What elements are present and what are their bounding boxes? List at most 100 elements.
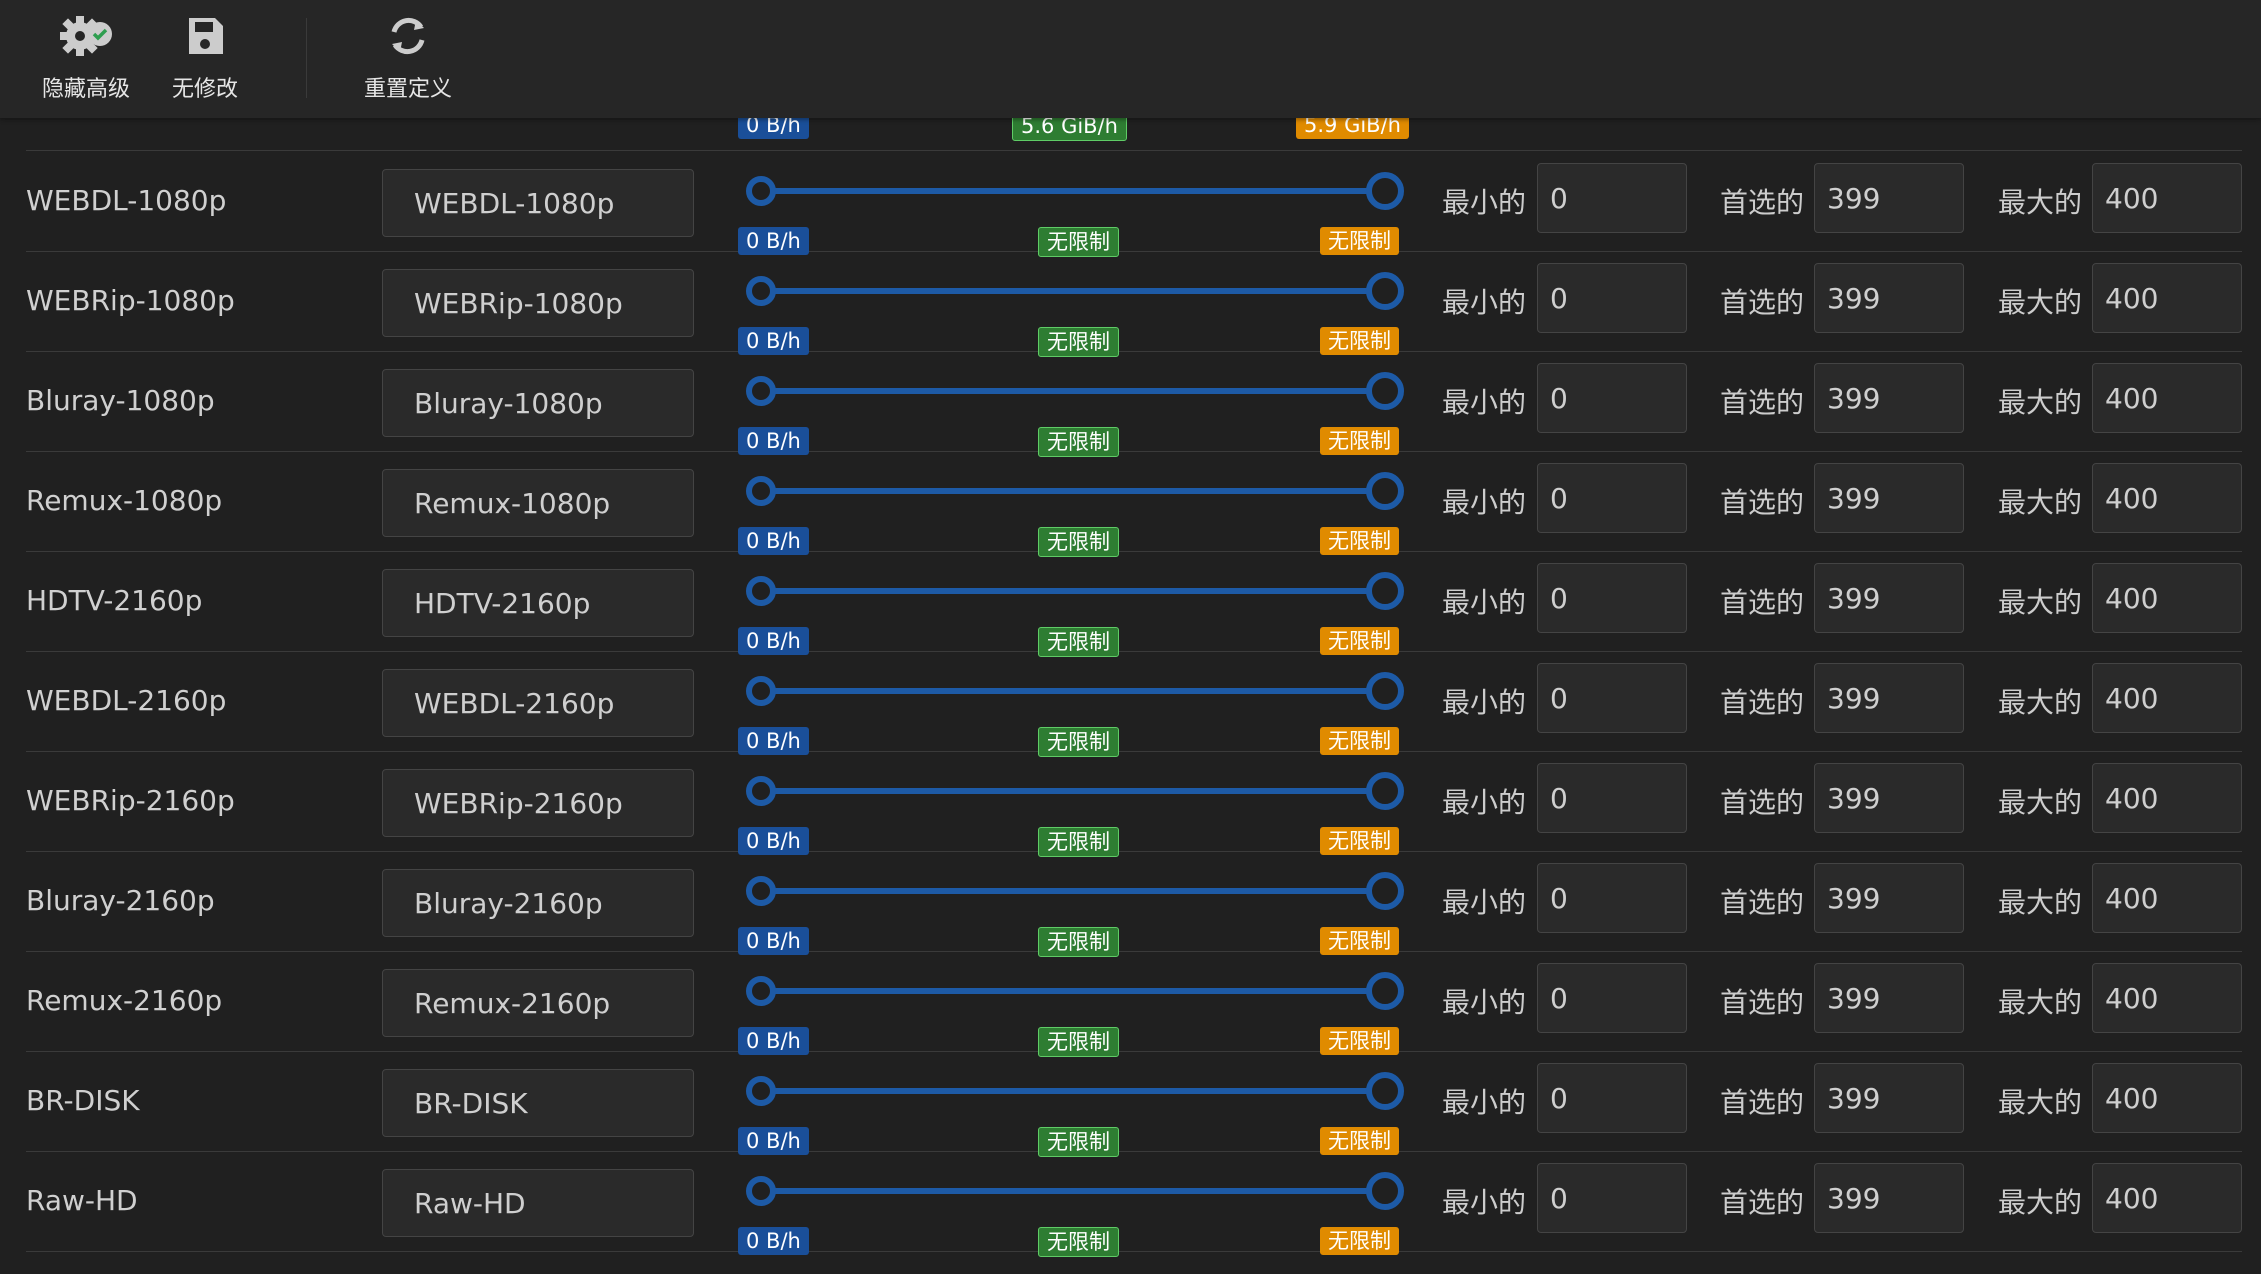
size-range-slider[interactable] [738,459,1408,519]
size-range-slider[interactable] [738,259,1408,319]
preferred-input[interactable] [1814,963,1964,1033]
preferred-input[interactable] [1814,1163,1964,1233]
slider-min-handle[interactable] [746,1176,776,1206]
size-range-slider[interactable] [738,659,1408,719]
max-input[interactable] [2092,463,2242,533]
min-input[interactable] [1537,663,1687,733]
quality-row: BR-DISK0 B/h无限制无限制最小的首选的最大的 [26,1051,2242,1157]
min-input[interactable] [1537,263,1687,333]
title-input[interactable] [382,569,694,637]
max-input[interactable] [2092,163,2242,233]
min-input[interactable] [1537,1063,1687,1133]
max-input[interactable] [2092,1063,2242,1133]
slider-min-handle[interactable] [746,776,776,806]
slider-min-handle[interactable] [746,576,776,606]
slider-track[interactable] [762,1088,1384,1094]
slider-track[interactable] [762,988,1384,994]
title-input[interactable] [382,1169,694,1237]
min-label: 最小的 [1442,686,1527,719]
title-input[interactable] [382,669,694,737]
min-input[interactable] [1537,563,1687,633]
slider-track[interactable] [762,588,1384,594]
max-input[interactable] [2092,663,2242,733]
size-range-slider[interactable] [738,559,1408,619]
slider-track[interactable] [762,388,1384,394]
quality-row: WEBDL-1080p0 B/h无限制无限制最小的首选的最大的 [26,151,2242,257]
max-input[interactable] [2092,263,2242,333]
min-label: 最小的 [1442,386,1527,419]
min-input[interactable] [1537,863,1687,933]
title-input[interactable] [382,369,694,437]
slider-min-handle[interactable] [746,1076,776,1106]
slider-min-handle[interactable] [746,476,776,506]
title-input[interactable] [382,269,694,337]
max-input[interactable] [2092,763,2242,833]
size-range-slider[interactable] [738,759,1408,819]
max-input[interactable] [2092,563,2242,633]
size-range-slider[interactable] [738,1059,1408,1119]
slider-min-handle[interactable] [746,976,776,1006]
min-input[interactable] [1537,463,1687,533]
preferred-input[interactable] [1814,763,1964,833]
min-input[interactable] [1537,963,1687,1033]
max-input[interactable] [2092,863,2242,933]
slider-max-handle[interactable] [1366,472,1404,510]
slider-track[interactable] [762,888,1384,894]
preferred-input[interactable] [1814,1063,1964,1133]
slider-min-handle[interactable] [746,176,776,206]
slider-max-handle[interactable] [1366,272,1404,310]
title-input[interactable] [382,1069,694,1137]
slider-max-handle[interactable] [1366,772,1404,810]
slider-max-handle[interactable] [1366,972,1404,1010]
toolbar-button-reset[interactable]: 重置定义 [355,0,461,118]
refresh-icon [391,17,425,55]
slider-max-handle[interactable] [1366,1072,1404,1110]
quality-name: Remux-2160p [26,984,223,1017]
size-range-slider[interactable] [738,959,1408,1019]
preferred-input[interactable] [1814,463,1964,533]
slider-min-handle[interactable] [746,276,776,306]
min-input[interactable] [1537,1163,1687,1233]
slider-max-handle[interactable] [1366,672,1404,710]
slider-max-handle[interactable] [1366,172,1404,210]
slider-max-handle[interactable] [1366,872,1404,910]
slider-track[interactable] [762,488,1384,494]
toolbar-button-save[interactable]: 无修改 [160,0,250,118]
max-input[interactable] [2092,963,2242,1033]
min-input[interactable] [1537,363,1687,433]
preferred-input[interactable] [1814,363,1964,433]
toolbar-button-advanced[interactable]: 隐藏高级 [36,0,136,118]
slider-min-handle[interactable] [746,376,776,406]
slider-min-handle[interactable] [746,876,776,906]
size-range-slider[interactable] [738,159,1408,219]
size-range-slider[interactable] [738,859,1408,919]
title-input[interactable] [382,769,694,837]
preferred-input[interactable] [1814,563,1964,633]
max-size-badge: 无限制 [1320,1227,1399,1255]
slider-max-handle[interactable] [1366,572,1404,610]
title-input[interactable] [382,969,694,1037]
title-input[interactable] [382,169,694,237]
size-range-slider[interactable] [738,1159,1408,1219]
preferred-input[interactable] [1814,863,1964,933]
slider-track[interactable] [762,188,1384,194]
min-input[interactable] [1537,163,1687,233]
max-label: 最大的 [1998,886,2083,919]
title-input[interactable] [382,869,694,937]
max-input[interactable] [2092,1163,2242,1233]
preferred-label: 首选的 [1720,186,1805,219]
slider-track[interactable] [762,788,1384,794]
size-range-slider[interactable] [738,359,1408,419]
slider-track[interactable] [762,288,1384,294]
min-input[interactable] [1537,763,1687,833]
preferred-input[interactable] [1814,663,1964,733]
slider-track[interactable] [762,688,1384,694]
slider-max-handle[interactable] [1366,372,1404,410]
slider-max-handle[interactable] [1366,1172,1404,1210]
preferred-input[interactable] [1814,163,1964,233]
slider-min-handle[interactable] [746,676,776,706]
title-input[interactable] [382,469,694,537]
max-input[interactable] [2092,363,2242,433]
preferred-input[interactable] [1814,263,1964,333]
slider-track[interactable] [762,1188,1384,1194]
